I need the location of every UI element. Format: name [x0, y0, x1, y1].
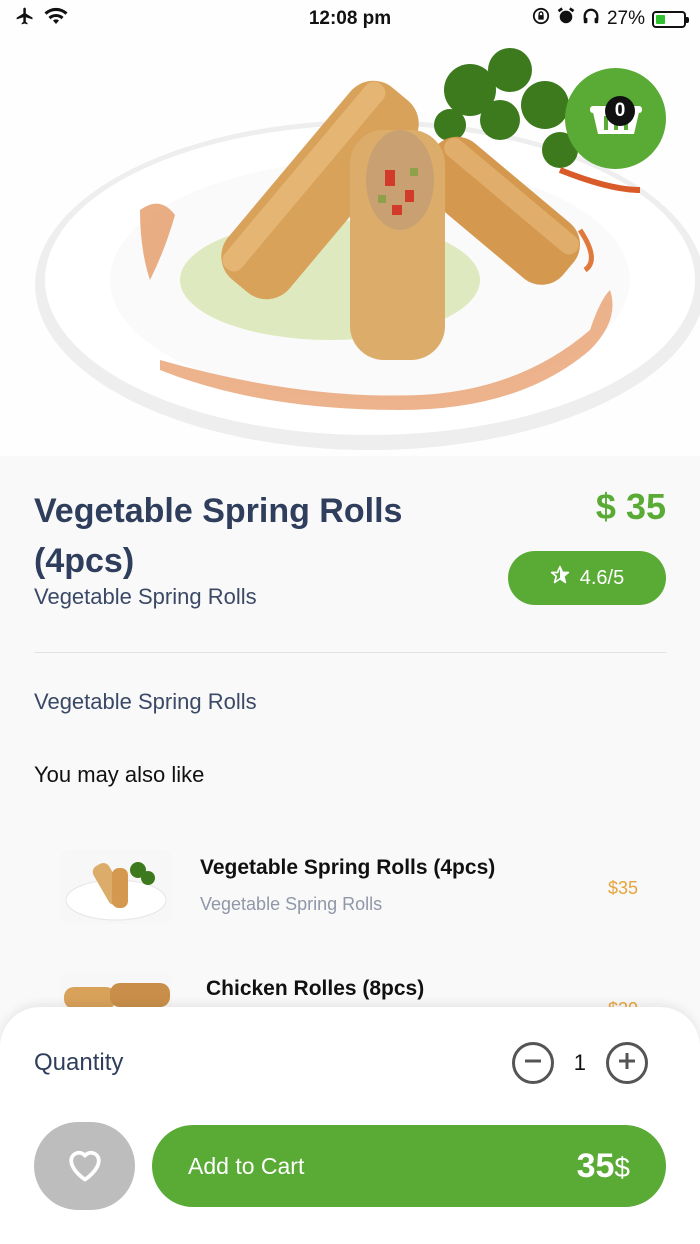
cart-button[interactable]: 0	[565, 68, 666, 169]
product-details: Vegetable Spring Rolls (4pcs) Vegetable …	[0, 456, 700, 1045]
add-to-cart-button[interactable]: Add to Cart 35$	[152, 1125, 666, 1207]
product-title: Vegetable Spring Rolls (4pcs)	[34, 492, 403, 580]
plus-icon	[617, 1051, 637, 1076]
recommendation-price: $35	[607, 878, 638, 898]
heart-icon	[64, 1145, 106, 1188]
recommendations-heading: You may also like	[34, 762, 205, 787]
order-panel: Quantity 1 Add to Cart 35$	[0, 1007, 700, 1244]
quantity-label: Quantity	[34, 1049, 124, 1076]
increase-quantity-button[interactable]	[606, 1042, 648, 1084]
recommendation-name: Vegetable Spring Rolls (4pcs)	[200, 856, 496, 879]
quantity-value: 1	[573, 1050, 586, 1075]
favorite-button[interactable]	[34, 1122, 135, 1210]
decrease-quantity-button[interactable]	[511, 1042, 554, 1084]
status-right: 27%	[486, 7, 689, 31]
product-subtitle: Vegetable Spring Rolls	[34, 584, 257, 609]
wifi-icon	[44, 7, 68, 31]
order-total-value: 35	[576, 1146, 615, 1185]
airplane-icon	[14, 6, 36, 32]
rating-value: 4.6/5	[579, 566, 625, 589]
recommendation-name: Chicken Rolles (8pcs)	[206, 977, 425, 1000]
product-image	[0, 0, 700, 456]
battery-icon	[652, 10, 689, 28]
product-description: Vegetable Spring Rolls	[34, 689, 257, 714]
add-to-cart-label: Add to Cart	[188, 1152, 305, 1179]
battery-percent: 27%	[606, 8, 645, 29]
alarm-icon	[557, 7, 575, 31]
cart-count-badge: 0	[605, 96, 635, 126]
headphones-icon	[582, 7, 600, 31]
rating-badge[interactable]: 4.6/5	[508, 551, 666, 605]
star-icon	[550, 565, 570, 591]
status-left	[14, 6, 214, 32]
spring-rolls-illustration	[0, 0, 700, 456]
order-total: 35$	[577, 1147, 630, 1186]
quantity-stepper: 1	[511, 1042, 648, 1084]
divider	[34, 652, 666, 653]
rotation-lock-icon	[532, 7, 550, 31]
recommendation-thumbnail	[60, 850, 172, 924]
order-currency: $	[614, 1151, 630, 1183]
product-price: $ 35	[595, 486, 666, 527]
recommendation-description: Vegetable Spring Rolls	[200, 894, 383, 914]
status-bar: 12:08 pm 27%	[0, 0, 700, 38]
minus-icon	[523, 1051, 543, 1076]
recommendation-item[interactable]: Vegetable Spring Rolls (4pcs) Vegetable …	[60, 850, 660, 930]
status-time: 12:08 pm	[308, 8, 392, 29]
